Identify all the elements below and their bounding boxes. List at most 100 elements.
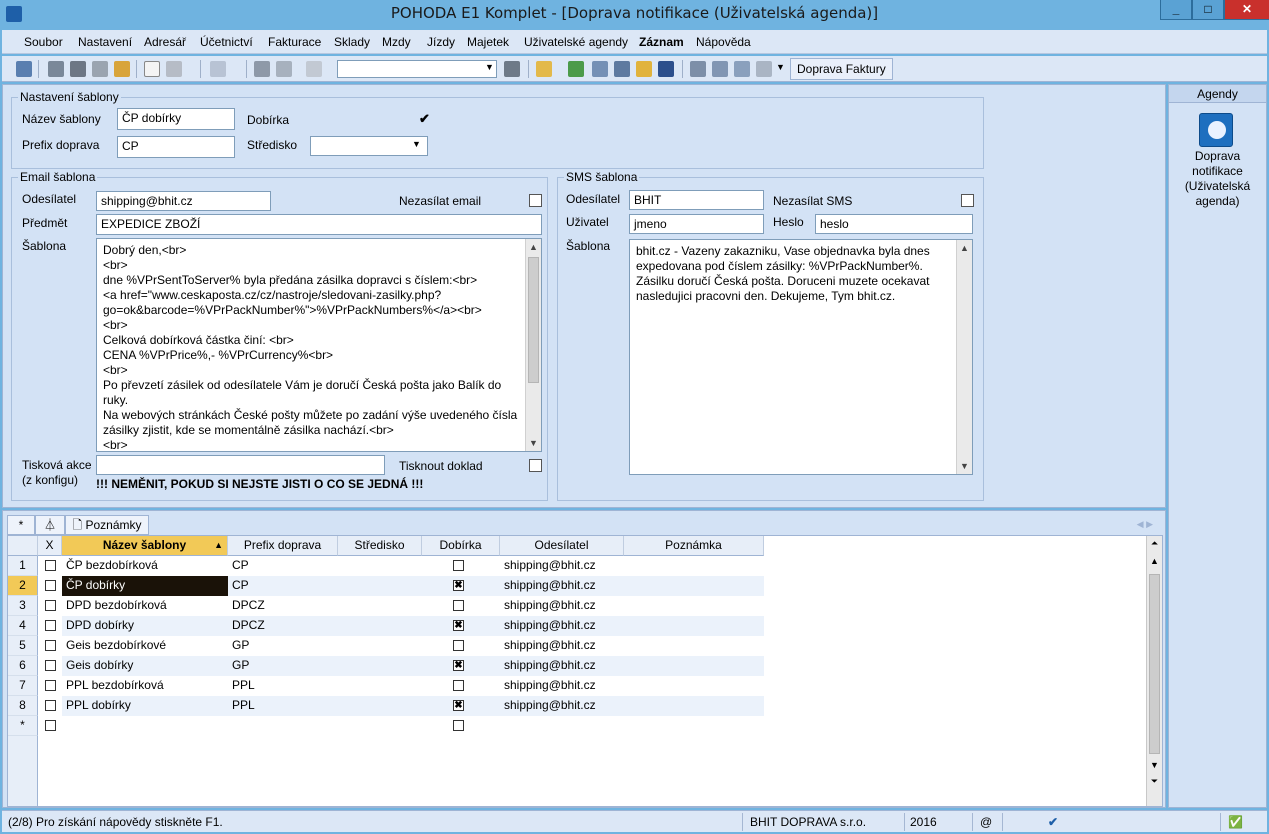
tab-notes[interactable]: 🗋 Poznámky [65, 515, 149, 535]
sms-template-textarea[interactable]: bhit.cz - Vazeny zakazniku, Vase objedna… [629, 239, 973, 475]
tools-icon[interactable] [756, 61, 772, 77]
table-row[interactable]: 1 ČP bezdobírková CP shipping@bhit.cz [8, 556, 1148, 576]
at-icon[interactable]: @ [980, 815, 992, 829]
cod-cell-checkbox[interactable]: ✖ [453, 620, 464, 631]
cod-cell-checkbox[interactable] [453, 640, 464, 651]
email-template-scrollbar[interactable]: ▲ ▼ [525, 239, 541, 451]
cod-cell-checkbox[interactable] [453, 720, 464, 731]
cod-cell-checkbox[interactable] [453, 680, 464, 691]
menu-soubor[interactable]: Soubor [24, 35, 63, 49]
email-sender-input[interactable]: shipping@bhit.cz [96, 191, 271, 211]
table-row[interactable]: 2 ČP dobírky CP ✖ shipping@bhit.cz [8, 576, 1148, 596]
menu-napoveda[interactable]: Nápověda [696, 35, 751, 49]
agenda-item-doprava-notifikace[interactable]: Doprava notifikace (Uživatelská agenda) [1169, 149, 1266, 209]
menu-fakturace[interactable]: Fakturace [268, 35, 321, 49]
iban-icon[interactable] [658, 61, 674, 77]
list-icon[interactable] [712, 61, 728, 77]
column-header-sender[interactable]: Odesílatel [500, 536, 624, 556]
close-button[interactable]: ✕ [1224, 0, 1269, 20]
sms-user-input[interactable]: jmeno [629, 214, 764, 234]
menu-uzivatelske-agendy[interactable]: Uživatelské agendy [524, 35, 628, 49]
print-action-input[interactable] [96, 455, 385, 475]
no-sms-checkbox[interactable] [961, 194, 974, 207]
column-header-name[interactable]: Název šablony ▲ [62, 536, 228, 556]
agenda-item-icon[interactable] [1199, 113, 1233, 147]
menu-zaznam[interactable]: Záznam [639, 35, 684, 49]
coins-icon[interactable] [636, 61, 652, 77]
row-checkbox[interactable] [45, 600, 56, 611]
save-icon[interactable] [254, 61, 270, 77]
online-check-icon[interactable]: ✅ [1228, 815, 1243, 829]
cod-cell-checkbox[interactable] [453, 560, 464, 571]
message-icon[interactable] [690, 61, 706, 77]
tab-nav-icon[interactable]: ◀ ▶ [1137, 519, 1153, 530]
dropdown-icon[interactable]: ▼ [412, 139, 421, 149]
column-header-center[interactable]: Středisko [338, 536, 422, 556]
asterisk-icon[interactable]: * [7, 515, 35, 535]
minimize-button[interactable]: _ [1160, 0, 1192, 20]
check-icon[interactable]: ✔ [1048, 815, 1058, 829]
row-checkbox[interactable] [45, 660, 56, 671]
menu-majetek[interactable]: Majetek [467, 35, 509, 49]
doprava-faktury-button[interactable]: Doprava Faktury [790, 58, 893, 80]
sms-template-scrollbar[interactable]: ▲ ▼ [956, 240, 972, 474]
cod-cell-checkbox[interactable]: ✖ [453, 580, 464, 591]
column-header-x[interactable]: X [38, 536, 62, 556]
print-icon[interactable] [70, 61, 86, 77]
table-scrollbar[interactable]: ⏶ ▲ ▼ ⏷ [1146, 536, 1162, 806]
row-checkbox[interactable] [45, 700, 56, 711]
new-table-row[interactable]: * [8, 716, 1148, 736]
row-checkbox[interactable] [45, 640, 56, 651]
table-row[interactable]: 8 PPL dobírky PPL ✖ shipping@bhit.cz [8, 696, 1148, 716]
copy-icon[interactable] [306, 61, 322, 77]
chevron-down-icon[interactable]: ▼ [776, 62, 785, 72]
filter-tab-icon[interactable]: ⏃ [35, 515, 65, 535]
filter-icon[interactable] [504, 61, 520, 77]
table-row[interactable]: 6 Geis dobírky GP ✖ shipping@bhit.cz [8, 656, 1148, 676]
row-checkbox[interactable] [45, 560, 56, 571]
row-checkbox[interactable] [45, 620, 56, 631]
table-row[interactable]: 7 PPL bezdobírková PPL shipping@bhit.cz [8, 676, 1148, 696]
cod-cell-checkbox[interactable]: ✖ [453, 700, 464, 711]
edit-icon[interactable] [166, 61, 182, 77]
back-arrow-icon[interactable] [210, 61, 226, 77]
no-email-checkbox[interactable] [529, 194, 542, 207]
template-name-input[interactable]: ČP dobírky [117, 108, 235, 130]
menu-sklady[interactable]: Sklady [334, 35, 370, 49]
cod-checkbox[interactable]: ✔ [418, 112, 431, 126]
center-select[interactable] [310, 136, 428, 156]
print-preview-icon[interactable] [48, 61, 64, 77]
menu-mzdy[interactable]: Mzdy [382, 35, 411, 49]
cod-cell-checkbox[interactable]: ✖ [453, 660, 464, 671]
sms-sender-input[interactable]: BHIT [629, 190, 764, 210]
maximize-button[interactable]: □ [1192, 0, 1224, 20]
calculator-icon[interactable] [592, 61, 608, 77]
print-doc-checkbox[interactable] [529, 459, 542, 472]
new-record-icon[interactable] [144, 61, 160, 77]
prefix-input[interactable]: CP [117, 136, 235, 158]
chevron-down-icon[interactable]: ▼ [485, 62, 494, 72]
quick-search-input[interactable] [337, 60, 497, 78]
column-header-prefix[interactable]: Prefix doprava [228, 536, 338, 556]
agenda-list-icon[interactable] [16, 61, 32, 77]
sms-pass-input[interactable]: heslo [815, 214, 973, 234]
menu-nastaveni[interactable]: Nastavení [78, 35, 132, 49]
email-template-textarea[interactable]: Dobrý den,<br> <br> dne %VPrSentToServer… [96, 238, 542, 452]
table-row[interactable]: 3 DPD bezdobírková DPCZ shipping@bhit.cz [8, 596, 1148, 616]
row-checkbox[interactable] [45, 580, 56, 591]
form-icon[interactable] [734, 61, 750, 77]
column-header-cod[interactable]: Dobírka [422, 536, 500, 556]
calendar-icon[interactable] [614, 61, 630, 77]
table-row[interactable]: 4 DPD dobírky DPCZ ✖ shipping@bhit.cz [8, 616, 1148, 636]
preview-icon[interactable] [92, 61, 108, 77]
folder-icon[interactable] [536, 61, 552, 77]
cod-cell-checkbox[interactable] [453, 600, 464, 611]
menu-adresar[interactable]: Adresář [144, 35, 186, 49]
row-checkbox[interactable] [45, 720, 56, 731]
table-row[interactable]: 5 Geis bezdobírkové GP shipping@bhit.cz [8, 636, 1148, 656]
menu-jizdy[interactable]: Jízdy [427, 35, 455, 49]
column-header-note[interactable]: Poznámka [624, 536, 764, 556]
export-icon[interactable] [114, 61, 130, 77]
subject-input[interactable]: EXPEDICE ZBOŽÍ [96, 214, 542, 235]
money-icon[interactable] [568, 61, 584, 77]
